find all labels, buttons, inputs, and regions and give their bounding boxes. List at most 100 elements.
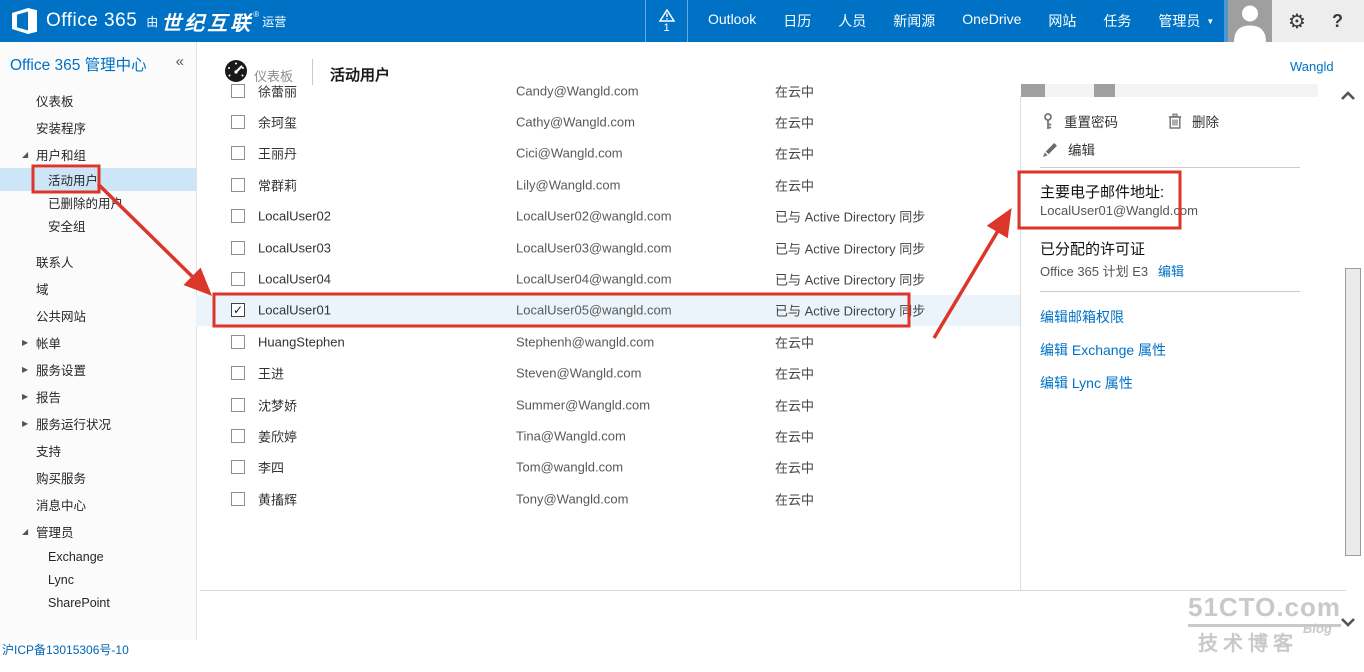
delete-button[interactable]: 删除 — [1168, 111, 1219, 131]
avatar[interactable] — [1228, 0, 1272, 42]
sidebar-item-service-health[interactable]: ▶服务运行状况 — [0, 410, 196, 437]
user-row[interactable]: 黄搐辉Tony@Wangld.com在云中 — [196, 483, 1020, 514]
user-email: LocalUser05@wangld.com — [516, 303, 672, 318]
horizontal-scrollbar-button[interactable] — [1021, 84, 1045, 97]
user-email: Stephenh@wangld.com — [516, 334, 654, 349]
user-row[interactable]: 王丽丹Cici@Wangld.com在云中 — [196, 138, 1020, 169]
panel-divider — [1020, 96, 1021, 590]
row-checkbox[interactable] — [231, 84, 245, 98]
row-checkbox[interactable] — [231, 366, 245, 380]
expand-triangle-icon[interactable]: ▶ — [22, 419, 36, 428]
brand-registered-mark: ® — [253, 10, 259, 19]
topnav-item[interactable]: 人员 — [838, 11, 866, 31]
row-checkbox[interactable] — [231, 209, 245, 223]
scroll-up-arrow-icon[interactable] — [1340, 88, 1356, 106]
user-email: Cathy@Wangld.com — [516, 115, 635, 130]
sidebar-item-support[interactable]: 支持 — [0, 437, 196, 464]
user-row[interactable]: 余珂玺Cathy@Wangld.com在云中 — [196, 106, 1020, 137]
tenant-link[interactable]: Wangld — [1290, 59, 1334, 74]
topnav-item[interactable]: Outlook — [708, 11, 756, 31]
row-checkbox[interactable] — [231, 115, 245, 129]
sidebar-item-active-users[interactable]: 活动用户 — [0, 168, 196, 191]
scroll-down-arrow-icon[interactable] — [1340, 614, 1356, 632]
sidebar-item-setup[interactable]: 安装程序 — [0, 114, 196, 141]
sidebar-item-contacts[interactable]: 联系人 — [0, 248, 196, 275]
expand-triangle-icon[interactable]: ▶ — [22, 392, 36, 401]
topnav-item-admin[interactable]: 管理员 ▼ — [1158, 11, 1214, 31]
row-checkbox[interactable] — [231, 335, 245, 349]
row-checkbox[interactable] — [231, 178, 245, 192]
sidebar-item-exchange[interactable]: Exchange — [0, 545, 196, 568]
user-row[interactable]: 沈梦娇Summer@Wangld.com在云中 — [196, 389, 1020, 420]
row-checkbox[interactable] — [231, 272, 245, 286]
sidebar-item-deleted-users[interactable]: 已删除的用户 — [0, 191, 196, 214]
topnav-item[interactable]: OneDrive — [962, 11, 1021, 31]
row-checkbox[interactable] — [231, 398, 245, 412]
user-row[interactable]: LocalUser03LocalUser03@wangld.com已与 Acti… — [196, 232, 1020, 263]
sidebar-item-users-and-groups[interactable]: ◢用户和组 — [0, 141, 196, 168]
panel-rule — [1040, 291, 1300, 292]
reset-password-button[interactable]: 重置密码 — [1042, 111, 1118, 131]
vertical-scrollbar-thumb[interactable] — [1345, 268, 1361, 556]
user-status: 在云中 — [775, 113, 814, 132]
row-checkbox[interactable] — [231, 429, 245, 443]
sidebar-item-sharepoint[interactable]: SharePoint — [0, 591, 196, 614]
sidebar-item-label: SharePoint — [48, 596, 110, 610]
gear-icon[interactable]: ⚙ — [1288, 9, 1306, 34]
sidebar-item-label: 联系人 — [36, 252, 74, 271]
row-checkbox[interactable] — [231, 492, 245, 506]
sidebar-item-label: 用户和组 — [36, 145, 86, 164]
sidebar-item-billing[interactable]: ▶帐单 — [0, 329, 196, 356]
icp-notice: 沪ICP备13015306号-10 — [2, 641, 129, 658]
sidebar-item-security-groups[interactable]: 安全组 — [0, 214, 196, 237]
sidebar-item-label: 安装程序 — [36, 118, 86, 137]
license-edit-link[interactable]: 编辑 — [1158, 261, 1184, 280]
sidebar-item-message-center[interactable]: 消息中心 — [0, 491, 196, 518]
brand-product: Office 365 — [46, 10, 137, 32]
user-row[interactable]: 李四Tom@wangld.com在云中 — [196, 452, 1020, 483]
topnav-item[interactable]: 网站 — [1048, 11, 1076, 31]
user-status: 在云中 — [775, 81, 814, 100]
top-nav-items: Outlook 日历 人员 新闻源 OneDrive 网站 任务 — [708, 11, 1131, 31]
topnav-item[interactable]: 日历 — [783, 11, 811, 31]
trash-icon — [1168, 113, 1182, 129]
sidebar-item-lync[interactable]: Lync — [0, 568, 196, 591]
panel-link[interactable]: 编辑 Lync 属性 — [1040, 373, 1166, 393]
topnav-item[interactable]: 任务 — [1103, 11, 1131, 31]
notification-alert-button[interactable]: 1 — [645, 0, 688, 42]
expand-triangle-icon[interactable]: ▶ — [22, 365, 36, 374]
row-checkbox[interactable]: ✓ — [231, 303, 245, 317]
help-icon[interactable]: ? — [1332, 11, 1343, 32]
sidebar-collapse-icon[interactable]: « — [176, 53, 184, 70]
edit-user-button[interactable]: 编辑 — [1043, 139, 1095, 159]
sidebar-item-label: Exchange — [48, 550, 104, 564]
user-row[interactable]: LocalUser04LocalUser04@wangld.com已与 Acti… — [196, 263, 1020, 294]
horizontal-scrollbar-track[interactable] — [1021, 84, 1318, 97]
topnav-item[interactable]: 新闻源 — [893, 11, 935, 31]
panel-link[interactable]: 编辑邮箱权限 — [1040, 307, 1166, 327]
user-row[interactable]: ✓LocalUser01LocalUser05@wangld.com已与 Act… — [196, 295, 1020, 326]
sidebar-item-dashboard[interactable]: 仪表板 — [0, 87, 196, 114]
row-checkbox[interactable] — [231, 460, 245, 474]
expand-triangle-icon[interactable]: ▶ — [22, 338, 36, 347]
user-row[interactable]: 姜欣婷Tina@Wangld.com在云中 — [196, 420, 1020, 451]
sidebar-item-label: 服务运行状况 — [36, 414, 111, 433]
sidebar-item-service-settings[interactable]: ▶服务设置 — [0, 356, 196, 383]
sidebar-item-purchase-services[interactable]: 购买服务 — [0, 464, 196, 491]
collapse-triangle-icon[interactable]: ◢ — [22, 150, 36, 159]
user-row[interactable]: HuangStephenStephenh@wangld.com在云中 — [196, 326, 1020, 357]
horizontal-scrollbar-thumb[interactable] — [1094, 84, 1115, 97]
sidebar-item-reports[interactable]: ▶报告 — [0, 383, 196, 410]
user-row[interactable]: 常群莉Lily@Wangld.com在云中 — [196, 169, 1020, 200]
sidebar-item-admin[interactable]: ◢管理员 — [0, 518, 196, 545]
panel-link[interactable]: 编辑 Exchange 属性 — [1040, 340, 1166, 360]
collapse-triangle-icon[interactable]: ◢ — [22, 527, 36, 536]
user-row[interactable]: 王进Steven@Wangld.com在云中 — [196, 358, 1020, 389]
user-row[interactable]: LocalUser02LocalUser02@wangld.com已与 Acti… — [196, 201, 1020, 232]
row-checkbox[interactable] — [231, 146, 245, 160]
sidebar-item-public-website[interactable]: 公共网站 — [0, 302, 196, 329]
user-email: Tom@wangld.com — [516, 460, 623, 475]
user-row[interactable]: 徐蕾丽Candy@Wangld.com在云中 — [196, 75, 1020, 106]
sidebar-item-domains[interactable]: 域 — [0, 275, 196, 302]
row-checkbox[interactable] — [231, 241, 245, 255]
